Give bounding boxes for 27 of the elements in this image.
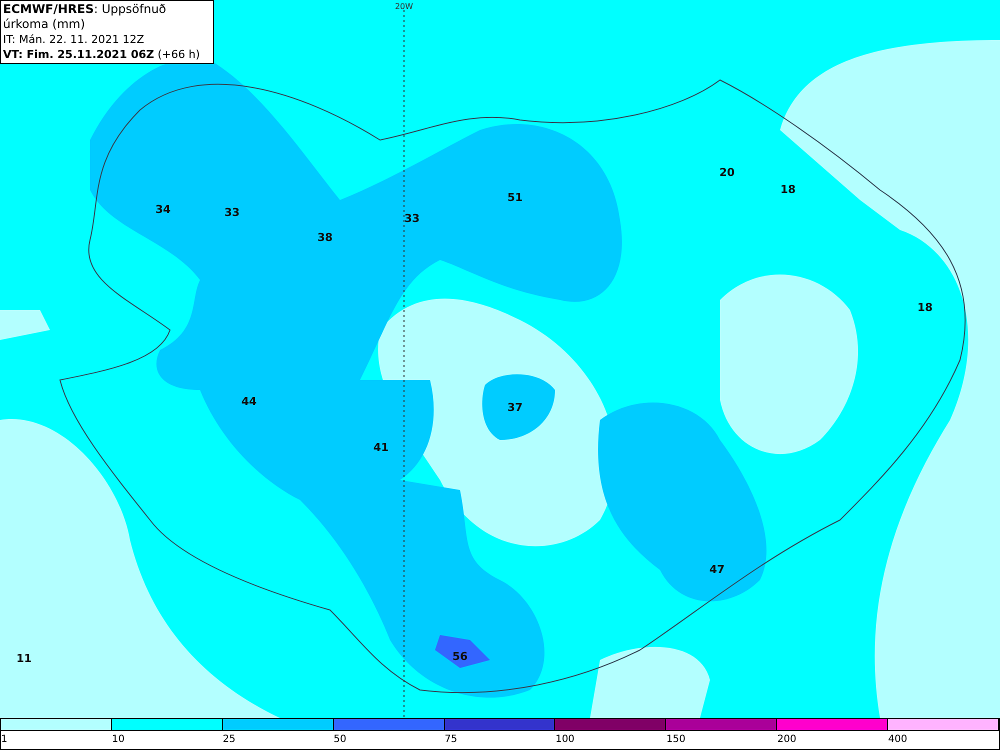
legend-label: 200	[777, 734, 796, 745]
legend-label: 50	[334, 734, 346, 745]
precipitation-value: 34	[155, 202, 171, 218]
precipitation-value: 51	[507, 190, 523, 206]
legend-label: 400	[888, 734, 908, 745]
meridian-label: 20W	[394, 1, 414, 13]
precipitation-value: 44	[241, 394, 257, 410]
precipitation-value: 33	[224, 204, 240, 221]
precipitation-value: 47	[709, 562, 725, 578]
precipitation-value: 37	[507, 400, 523, 416]
precipitation-value: 38	[317, 230, 333, 246]
precipitation-value: 18	[917, 300, 933, 316]
precipitation-value: 11	[16, 650, 32, 667]
legend-label: 100	[555, 734, 575, 745]
map-title: ECMWF/HRES: Uppsöfnuð úrkoma (mm)	[3, 2, 168, 32]
legend-label: 1	[1, 734, 8, 745]
legend-label: 150	[666, 734, 686, 745]
issue-time: IT: Mán. 22. 11. 2021 12Z	[3, 32, 146, 47]
valid-time: VT: Fim. 25.11.2021 06Z (+66 h)	[3, 47, 201, 62]
precipitation-value: 56	[452, 648, 468, 665]
precipitation-value: 41	[373, 440, 389, 456]
precipitation-value: 18	[780, 182, 796, 198]
precipitation-value: 33	[404, 210, 420, 227]
legend-label: 10	[112, 734, 125, 745]
legend-label: 25	[222, 734, 236, 745]
precipitation-value: 20	[719, 164, 735, 181]
legend-label: 75	[444, 734, 458, 745]
